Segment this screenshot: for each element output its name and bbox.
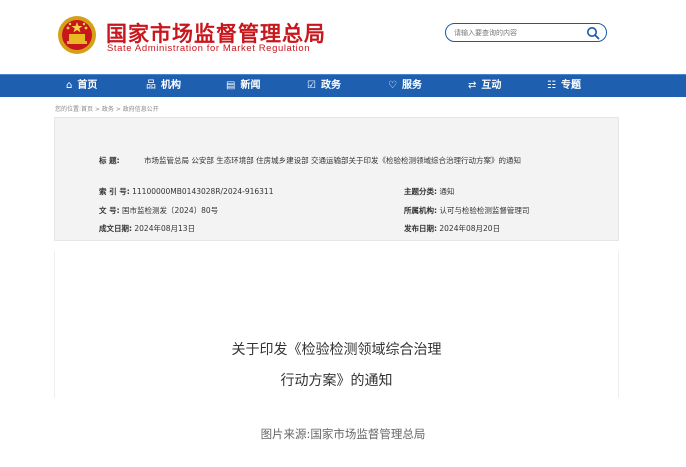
organization-label: 所属机构:: [404, 206, 437, 215]
nav-item-label: 政务: [320, 80, 341, 91]
category-label: 主题分类:: [404, 187, 437, 196]
document-title-line-2: 行动方案》的通知: [280, 373, 393, 389]
organization-value: 认可与检验检测监督管理司: [439, 206, 530, 215]
nav-item-label: 服务: [401, 80, 422, 91]
organization-field: 所属机构: 认可与检验检测监督管理司: [404, 205, 529, 216]
news-icon: ▤: [226, 80, 236, 91]
nav-item-government-affairs[interactable]: ☑ 政务: [307, 75, 341, 97]
home-icon: ⌂: [66, 80, 73, 91]
category-value: 通知: [439, 187, 455, 196]
document-title-line-1: 关于印发《检验检测领域综合治理: [231, 342, 442, 358]
published-date-value: 2024年08月20日: [439, 224, 501, 233]
nav-item-news[interactable]: ▤ 新闻: [226, 75, 260, 97]
site-subtitle: State Administration for Market Regulati…: [107, 43, 311, 54]
search-icon[interactable]: [586, 26, 600, 40]
service-heart-icon: ♡: [388, 80, 397, 91]
main-navigation: ⌂ 首页 品机构 ▤ 新闻 ☑ 政务 ♡ 服务 ⇄ 互动 ☷ 专题: [0, 74, 686, 97]
interaction-arrows-icon: ⇄: [468, 80, 477, 91]
created-date-label: 成文日期:: [99, 224, 132, 233]
doc-number-value: 国市监检测发〔2024〕80号: [122, 206, 219, 215]
category-field: 主题分类: 通知: [404, 186, 454, 197]
search-box[interactable]: [445, 23, 607, 42]
nav-item-label: 互动: [481, 80, 502, 91]
nav-item-label: 新闻: [240, 80, 261, 91]
created-date-value: 2024年08月13日: [134, 224, 196, 233]
index-number-value: 11100000MB0143028R/2024-916311: [132, 187, 274, 196]
national-emblem-icon[interactable]: [57, 15, 97, 55]
nav-item-organization[interactable]: 品机构: [146, 75, 181, 97]
doc-number-field: 文 号: 国市监检测发〔2024〕80号: [99, 205, 218, 216]
nav-item-topics[interactable]: ☷ 专题: [547, 75, 581, 97]
nav-item-label: 首页: [77, 80, 98, 91]
image-source-caption: 图片来源:国家市场监督管理总局: [260, 427, 426, 441]
nav-item-label: 机构: [161, 80, 181, 91]
site-header: 国家市场监督管理总局 State Administration for Mark…: [0, 0, 686, 70]
organization-icon: 品: [146, 80, 156, 91]
breadcrumb[interactable]: 您的位置:首页 > 政务 > 政府信息公开: [55, 104, 159, 113]
nav-item-label: 专题: [560, 80, 581, 91]
published-date-label: 发布日期:: [404, 224, 437, 233]
published-date-field: 发布日期: 2024年08月20日: [404, 223, 500, 234]
topics-icon: ☷: [547, 80, 556, 91]
nav-item-service[interactable]: ♡ 服务: [388, 75, 422, 97]
government-affairs-icon: ☑: [307, 80, 316, 91]
search-input[interactable]: [454, 26, 584, 39]
nav-item-home[interactable]: ⌂ 首页: [66, 75, 97, 97]
index-number-field: 索 引 号: 11100000MB0143028R/2024-916311: [99, 186, 273, 197]
created-date-field: 成文日期: 2024年08月13日: [99, 223, 195, 234]
doc-number-label: 文 号:: [99, 206, 120, 215]
doc-title-label: 标 题:: [99, 156, 120, 165]
nav-item-interaction[interactable]: ⇄ 互动: [468, 75, 501, 97]
doc-title-value: 市场监管总局 公安部 生态环境部 住房城乡建设部 交通运输部关于印发《检验检测领…: [144, 156, 522, 165]
index-number-label: 索 引 号:: [99, 187, 130, 196]
